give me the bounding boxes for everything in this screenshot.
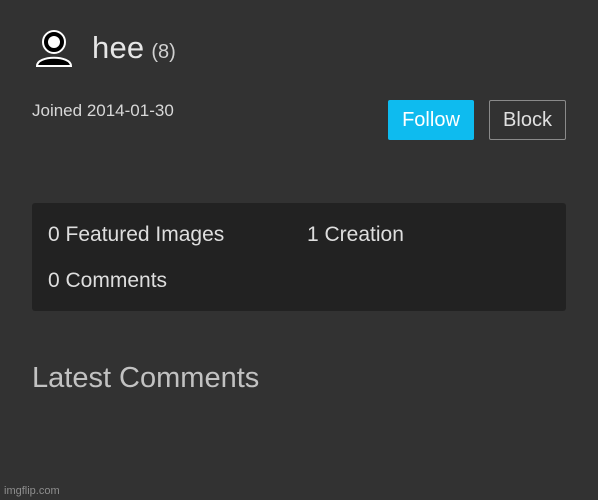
user-icon — [35, 30, 73, 67]
user-icon[interactable] — [34, 28, 74, 68]
follow-button[interactable]: Follow — [388, 100, 474, 140]
block-button[interactable]: Block — [489, 100, 566, 140]
watermark: imgflip.com — [4, 485, 60, 497]
latest-comments-heading: Latest Comments — [32, 362, 260, 394]
stats-panel: 0 Featured Images 1 Creation 0 Comments — [32, 203, 566, 311]
featured-images-count[interactable]: 0 Featured Images — [48, 223, 224, 247]
comments-count[interactable]: 0 Comments — [48, 269, 167, 293]
profile-header: hee (8) — [34, 28, 176, 68]
creations-count[interactable]: 1 Creation — [307, 223, 404, 247]
joined-date: Joined 2014-01-30 — [32, 101, 174, 120]
username: hee — [92, 30, 145, 65]
user-points: (8) — [151, 40, 176, 63]
